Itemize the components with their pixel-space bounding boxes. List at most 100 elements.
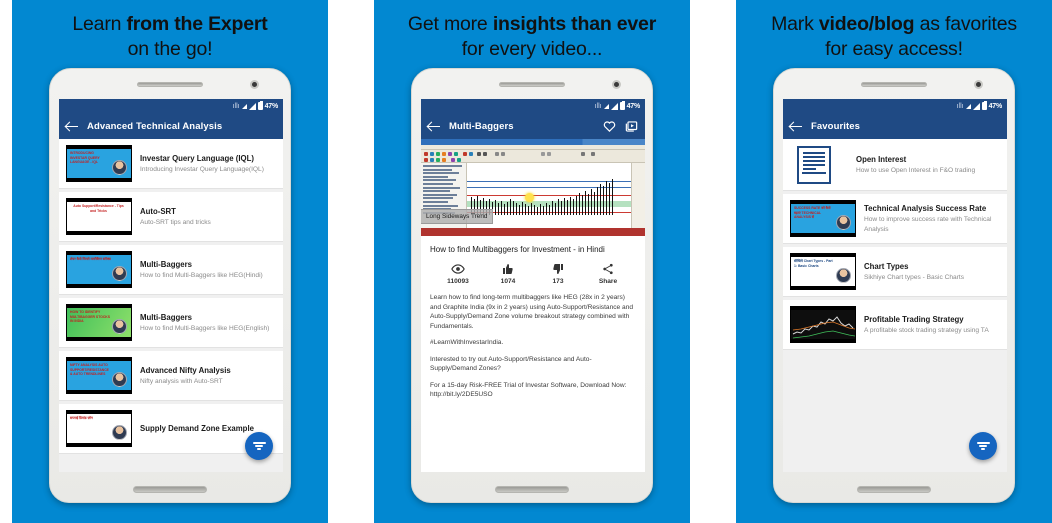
signal-dots-icon: ıllı: [956, 102, 964, 110]
status-bar-2: ıllı 47%: [421, 99, 645, 113]
headline-2-line2: for every video...: [461, 38, 603, 60]
description-paragraph: Interested to try out Auto-Support/Resis…: [430, 355, 592, 373]
phone-top-1: [50, 69, 290, 99]
list-item[interactable]: सीखिये Chart Types - Part 1: Basic Chart…: [783, 247, 1007, 297]
list-item[interactable]: शेयर कैसे मिलते मल्टीबैगर स्टॉक्स Multi-…: [59, 245, 283, 295]
phone-mockup-2: ıllı 47% Multi-Baggers Long Sideways Tre…: [411, 68, 653, 503]
thumbnail-caption: Auto Support/Resistance - Tips and Trick…: [73, 204, 124, 213]
phone-screen-1: ıllı 47% Advanced Technical Analysis INT…: [59, 99, 283, 472]
list-item-title: Multi-Baggers: [140, 312, 192, 322]
phone-mockup-3: ıllı 47% Favourites Open Interest How to…: [773, 68, 1015, 503]
phone-screen-3: ıllı 47% Favourites Open Interest How to…: [783, 99, 1007, 472]
likes-stat[interactable]: 1074: [486, 263, 530, 285]
presenter-avatar: [112, 372, 127, 387]
list-item-subtitle: How to improve success rate with Technic…: [864, 216, 992, 233]
thumbs-up-icon: [502, 263, 514, 275]
back-arrow-icon[interactable]: [428, 120, 441, 133]
video-description: Learn how to find long-term multibaggers…: [430, 293, 636, 400]
description-paragraph: #LearnWithInvestarIndia.: [430, 339, 504, 346]
thumbnail-caption: शेयर कैसे मिलते मल्टीबैगर स्टॉक्स: [70, 257, 111, 261]
list-item-title: Advanced Nifty Analysis: [140, 365, 231, 375]
cell-signal-icon: [965, 103, 971, 109]
list-item-subtitle: A profitable stock trading strategy usin…: [864, 326, 989, 334]
app-bar-actions: [603, 120, 638, 132]
wifi-signal-icon: [972, 102, 980, 110]
video-library-icon[interactable]: [625, 120, 638, 132]
wifi-signal-icon: [248, 102, 256, 110]
headline-1: Learn from the Expert on the go!: [12, 12, 328, 62]
list-item-subtitle: How to find Multi-Baggers like HEG(Engli…: [140, 324, 270, 332]
signal-dots-icon: ıllı: [232, 102, 240, 110]
filter-funnel-icon: [976, 441, 990, 451]
share-stat[interactable]: Share: [586, 263, 630, 285]
video-thumbnail: INTRODUCING INVESTAR QUERY LANGUAGE - IQ…: [66, 145, 132, 182]
filter-fab-button[interactable]: [969, 432, 997, 460]
list-item-subtitle: Nifty analysis with Auto-SRT: [140, 377, 223, 385]
favourites-list[interactable]: Open Interest How to use Open Interest i…: [783, 139, 1007, 472]
description-paragraph: For a 15-day Risk-FREE Trial of Investar…: [430, 381, 627, 399]
video-list[interactable]: INTRODUCING INVESTAR QUERY LANGUAGE - IQ…: [59, 139, 283, 472]
wifi-signal-icon: [610, 102, 618, 110]
list-item[interactable]: Open Interest How to use Open Interest i…: [783, 139, 1007, 191]
hero-taskbar: [421, 228, 645, 234]
dislikes-stat[interactable]: 173: [536, 263, 580, 285]
front-camera-icon: [974, 80, 983, 89]
video-thumbnail: सीखिये Chart Types - Part 1: Basic Chart…: [790, 253, 856, 290]
filter-funnel-icon: [252, 441, 266, 451]
list-item[interactable]: INTRODUCING INVESTAR QUERY LANGUAGE - IQ…: [59, 139, 283, 189]
phone-bottom-2: [412, 470, 652, 502]
list-item-text: Advanced Nifty Analysis Nifty analysis w…: [140, 365, 276, 387]
list-item-text: Multi-Baggers How to find Multi-Baggers …: [140, 259, 276, 281]
list-item-subtitle: How to use Open Interest in F&O trading: [856, 166, 976, 174]
cell-signal-icon: [603, 103, 609, 109]
list-item-subtitle: How to find Multi-Baggers like HEG(Hindi…: [140, 271, 263, 279]
list-item-subtitle: Sikhiye Chart types - Basic Charts: [864, 273, 965, 281]
battery-icon: [619, 101, 625, 110]
list-item-text: Profitable Trading Strategy A profitable…: [864, 314, 1000, 336]
status-bar-3: ıllı 47%: [783, 99, 1007, 113]
video-thumbnail: शेयर कैसे मिलते मल्टीबैगर स्टॉक्स: [66, 251, 132, 288]
list-item-subtitle: Auto-SRT tips and tricks: [140, 218, 211, 226]
list-item[interactable]: HOW TO IDENTIFY MULTIBAGGER STOCKS IN IN…: [59, 298, 283, 348]
list-item[interactable]: Auto Support/Resistance - Tips and Trick…: [59, 192, 283, 242]
screenshot-stage: Learn from the Expert on the go! ıllı 47…: [0, 0, 1052, 523]
list-item[interactable]: Profitable Trading Strategy A profitable…: [783, 300, 1007, 350]
speaker-grille-icon: [137, 82, 203, 87]
hero-price-chart: [467, 163, 645, 229]
headline-2-bold: insights than ever: [492, 13, 657, 35]
list-item-text: Auto-SRT Auto-SRT tips and tricks: [140, 206, 276, 228]
status-bar-1: ıllı 47%: [59, 99, 283, 113]
list-item-title: Chart Types: [864, 261, 909, 271]
battery-icon: [981, 101, 987, 110]
heart-icon[interactable]: [603, 120, 616, 132]
filter-fab-button[interactable]: [245, 432, 273, 460]
video-caption: Long Sideways Trend: [421, 209, 494, 224]
front-camera-icon: [612, 80, 621, 89]
headline-3-line2: for easy access!: [825, 38, 963, 60]
presenter-avatar: [112, 160, 127, 175]
video-player-thumbnail[interactable]: Long Sideways Trend: [421, 139, 645, 236]
back-arrow-icon[interactable]: [790, 120, 803, 133]
battery-percent: 47%: [626, 102, 641, 110]
list-item[interactable]: NIFTY ANALYSIS AUTO SUPPORT/RESISTANCE &…: [59, 351, 283, 401]
panel-3: Mark video/blog as favorites for easy ac…: [736, 0, 1052, 523]
phone-bottom-3: [774, 470, 1014, 502]
video-detail-view: Long Sideways Trend How to find Multibag…: [421, 139, 645, 472]
list-item-title: Profitable Trading Strategy: [864, 314, 964, 324]
video-thumbnail: [790, 306, 856, 343]
dislikes-count: 173: [552, 278, 564, 285]
front-camera-icon: [250, 80, 259, 89]
thumbnail-caption: SUCCESS RATE को कैसे बढ़ाएं TECHNICAL AN…: [794, 206, 831, 220]
app-bar-2: Multi-Baggers: [421, 113, 645, 139]
battery-percent: 47%: [264, 102, 279, 110]
list-item[interactable]: SUCCESS RATE को कैसे बढ़ाएं TECHNICAL AN…: [783, 194, 1007, 244]
list-item-text: Chart Types Sikhiye Chart types - Basic …: [864, 261, 1000, 283]
video-stats: 110093 1074 173 Share: [430, 263, 636, 293]
description-paragraph: Learn how to find long-term multibaggers…: [430, 294, 634, 330]
battery-percent: 47%: [988, 102, 1003, 110]
list-item-title: Auto-SRT: [140, 206, 176, 216]
back-arrow-icon[interactable]: [66, 120, 79, 133]
video-thumbnail: SUCCESS RATE को कैसे बढ़ाएं TECHNICAL AN…: [790, 200, 856, 237]
home-button-bar: [857, 486, 931, 493]
signal-dots-icon: ıllı: [594, 102, 602, 110]
